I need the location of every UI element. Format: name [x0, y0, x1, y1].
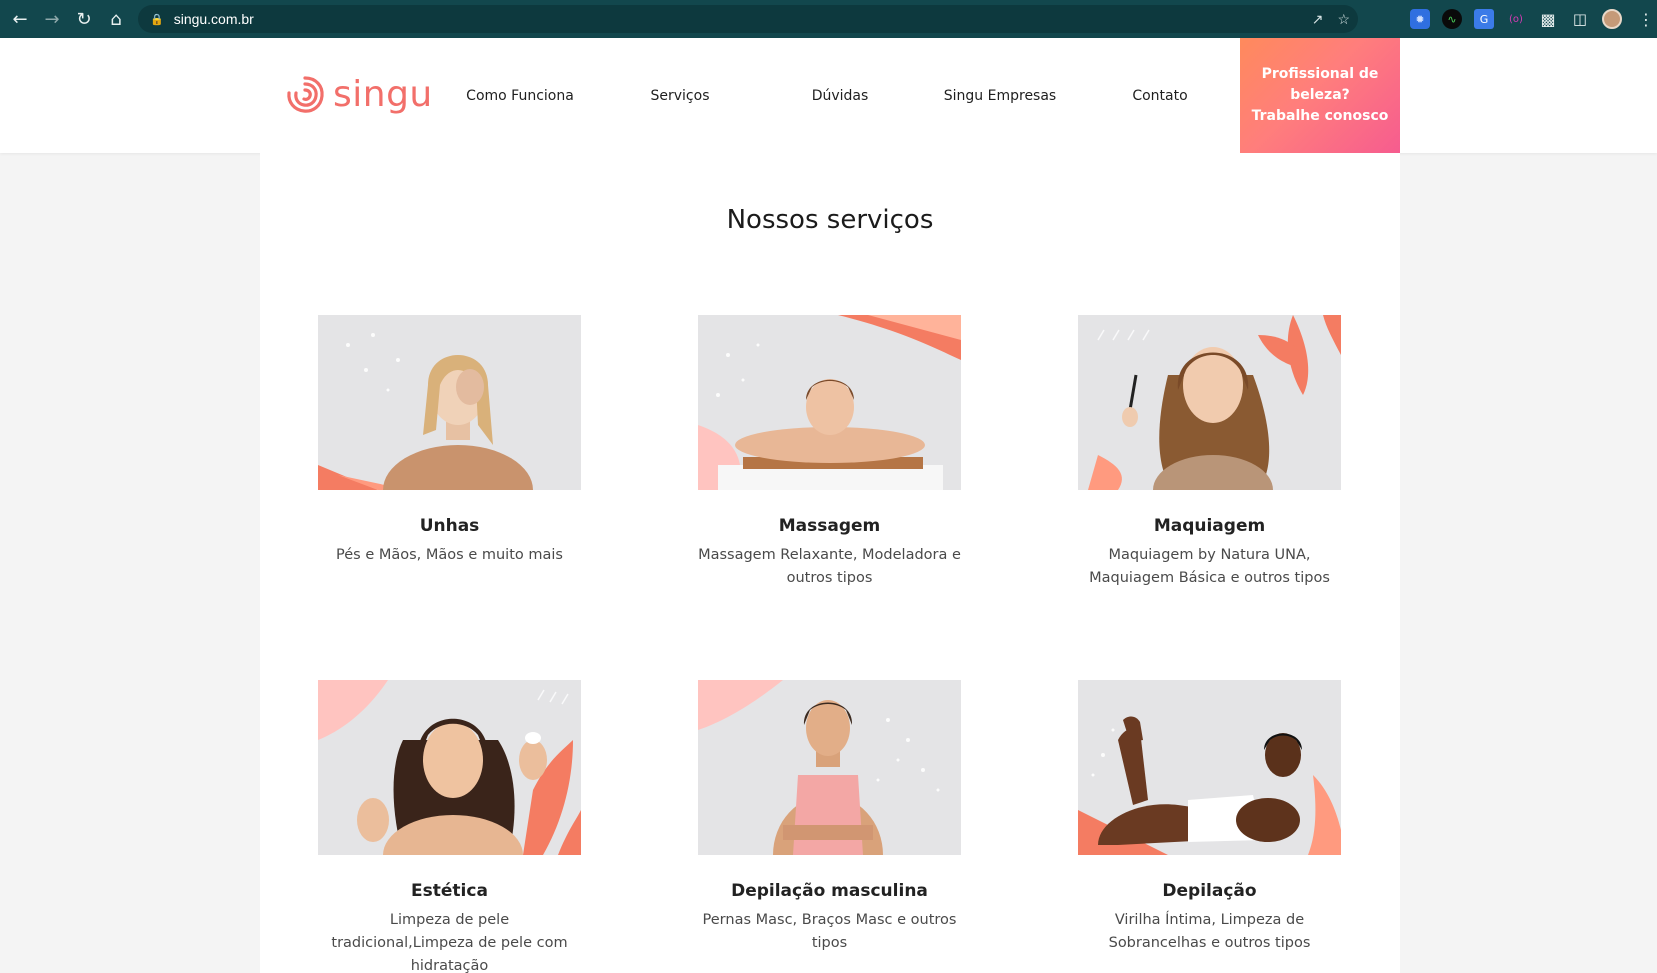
service-title: Depilação: [1162, 881, 1257, 901]
service-card-unhas[interactable]: Unhas Pés e Mãos, Mãos e muito mais: [318, 315, 581, 567]
address-bar[interactable]: 🔒 singu.com.br ↗ ☆: [138, 5, 1358, 33]
service-description: Pés e Mãos, Mãos e muito mais: [336, 547, 563, 563]
browser-toolbar: ← → ↻ ⌂ 🔒 singu.com.br ↗ ☆ ✹ ∿ G (o) ▩ ◫…: [0, 0, 1657, 38]
lock-icon: 🔒: [150, 13, 164, 26]
singu-logo[interactable]: singu: [283, 72, 433, 116]
forward-icon[interactable]: →: [36, 0, 68, 38]
service-card-depilacao-masculina[interactable]: Depilação masculina Pernas Masc, Braços …: [698, 680, 961, 955]
service-description: Virilha Íntima, Limpeza de Sobrancelhas …: [1108, 912, 1311, 951]
bookmark-star-icon[interactable]: ☆: [1337, 11, 1350, 28]
service-description: Maquiagem by Natura UNA, Maquiagem Básic…: [1089, 547, 1330, 586]
extension-gear-icon[interactable]: ✹: [1410, 9, 1430, 29]
extension-wave-icon[interactable]: ∿: [1442, 9, 1462, 29]
work-with-us-button[interactable]: Profissional de beleza? Trabalhe conosco: [1240, 38, 1400, 153]
nav-duvidas[interactable]: Dúvidas: [770, 38, 910, 153]
logo-text: singu: [333, 73, 433, 115]
site-header: singu Como Funciona Serviços Dúvidas Sin…: [0, 38, 1657, 153]
nav-como-funciona[interactable]: Como Funciona: [450, 38, 590, 153]
service-photo-unhas: [318, 315, 581, 490]
side-panel-icon[interactable]: ◫: [1570, 9, 1590, 29]
singu-logo-mark-icon: [287, 76, 324, 113]
services-section: Nossos serviços Unhas Pés e Mãos, Mãos e…: [260, 153, 1400, 973]
cta-line-1: Profissional de: [1261, 66, 1379, 82]
service-card-depilacao[interactable]: Depilação Virilha Íntima, Limpeza de Sob…: [1078, 680, 1341, 955]
service-title: Maquiagem: [1153, 516, 1266, 536]
extension-translate-icon[interactable]: G: [1474, 9, 1494, 29]
service-title: Estética: [411, 881, 488, 901]
profile-avatar[interactable]: [1602, 9, 1622, 29]
extension-brackets-icon[interactable]: (o): [1506, 9, 1526, 29]
service-description: Pernas Masc, Braços Masc e outros tipos: [702, 912, 957, 951]
nav-singu-empresas[interactable]: Singu Empresas: [930, 38, 1070, 153]
home-icon[interactable]: ⌂: [100, 0, 132, 38]
nav-servicos[interactable]: Serviços: [610, 38, 750, 153]
share-icon[interactable]: ↗: [1312, 11, 1324, 28]
service-photo-massagem: [698, 315, 961, 490]
cta-line-3: Trabalhe conosco: [1251, 108, 1389, 124]
service-card-maquiagem[interactable]: Maquiagem Maquiagem by Natura UNA, Maqui…: [1078, 315, 1341, 590]
service-photo-maquiagem: [1078, 315, 1341, 490]
service-photo-estetica: [318, 680, 581, 855]
service-description: Massagem Relaxante, Modeladora e outros …: [698, 547, 961, 586]
service-title: Depilação masculina: [731, 881, 928, 901]
reload-icon[interactable]: ↻: [68, 0, 100, 38]
address-bar-url: singu.com.br: [173, 11, 254, 27]
more-menu-icon[interactable]: ⋮: [1638, 10, 1654, 29]
service-card-massagem[interactable]: Massagem Massagem Relaxante, Modeladora …: [698, 315, 961, 590]
service-photo-depilacao: [1078, 680, 1341, 855]
extensions-puzzle-icon[interactable]: ▩: [1538, 9, 1558, 29]
service-description: Limpeza de pele tradicional,Limpeza de p…: [331, 912, 568, 973]
section-title: Nossos serviços: [726, 205, 934, 235]
service-card-estetica[interactable]: Estética Limpeza de pele tradicional,Lim…: [318, 680, 581, 973]
service-photo-depilacao-masculina: [698, 680, 961, 855]
service-title: Unhas: [419, 516, 480, 536]
cta-line-2: beleza?: [1290, 87, 1350, 103]
nav-contato[interactable]: Contato: [1090, 38, 1230, 153]
service-title: Massagem: [778, 516, 881, 536]
back-icon[interactable]: ←: [4, 0, 36, 38]
